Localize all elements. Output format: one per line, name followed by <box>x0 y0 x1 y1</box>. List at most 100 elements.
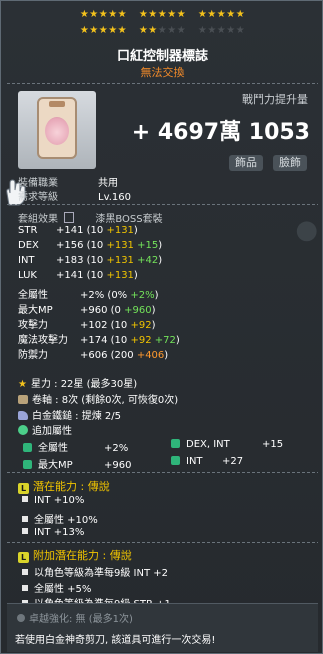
stat-base: +102 (10 <box>80 320 131 331</box>
stat-row: 防禦力 +606 (200 +406) <box>18 346 168 361</box>
level-label: 需求等級 <box>18 192 58 203</box>
item-tooltip: ★★★★★ ★★★★★ ★★★★★ ★★★★★ ★★★★★ ★★★★★ 口紅控制… <box>0 0 323 654</box>
stat-base: +183 (10 <box>56 255 107 266</box>
footer-panel: 卓越強化: 無 (最多1次) 若使用白金神奇剪刀, 該道具可進行一次交易! <box>7 603 318 652</box>
legendary-badge-icon: L <box>18 483 29 494</box>
face-icon <box>45 117 69 145</box>
stat-flame-bonus: +2% <box>130 290 155 301</box>
additional-potential-line: 全屬性 +5% <box>18 580 91 595</box>
star-group-empty: ★★★ <box>157 25 187 36</box>
bullet-icon <box>22 569 28 575</box>
additional-options-icon <box>18 425 28 435</box>
star-force-row-2: ★★★★★ ★★★★★ ★★★★★ <box>1 25 323 36</box>
stat-scroll-bonus: +131 <box>106 255 134 266</box>
star-force-row-1: ★★★★★ ★★★★★ ★★★★★ <box>1 9 323 20</box>
stat-base: +960 (0 <box>80 305 125 316</box>
transcend-row: 卓越強化: 無 (最多1次) <box>17 610 133 625</box>
set-effect-value: 漆黑BOSS套裝 <box>95 214 163 225</box>
star-force-text: 星力 : 22星 (最多30星) <box>30 379 138 390</box>
stat-close: ) <box>133 270 138 281</box>
bullet-icon <box>22 585 28 591</box>
flame-option: DEX, INT +15 <box>171 439 283 450</box>
stat-close: ) <box>164 350 169 361</box>
stat-name: 防禦力 <box>18 350 48 361</box>
stat-base: +2% (0% <box>80 290 131 301</box>
stat-row: INT +183 (10 +131 +42) <box>18 255 162 266</box>
job-row: 裝備職業 共用 <box>18 174 118 189</box>
potential-line: INT +13% <box>18 527 84 538</box>
stat-close: ) <box>158 240 163 251</box>
additional-options-row: 追加屬性 <box>18 422 72 437</box>
emblem-tag-icon <box>37 97 77 159</box>
scroll-row: 卷軸 : 8次 (剩餘0次, 可恢復0次) <box>18 391 178 406</box>
item-name: 口紅控制器標誌 <box>116 49 208 64</box>
background-glyph: ● <box>295 215 318 245</box>
stat-name: INT <box>18 255 35 266</box>
trade-status: 無法交換 <box>140 66 185 79</box>
stat-base: +174 (10 <box>80 335 131 346</box>
bullet-icon <box>22 528 28 534</box>
potential-header: L 潛在能力 : 傳說 <box>18 478 110 494</box>
star-group: ★★★★★ <box>197 9 246 20</box>
divider <box>7 472 318 473</box>
stat-name: 魔法攻擊力 <box>18 335 68 346</box>
stat-close: ) <box>151 305 156 316</box>
stat-scroll-bonus: +131 <box>106 270 134 281</box>
star-force-row: ★ 星力 : 22星 (最多30星) <box>18 375 137 390</box>
stat-base: +156 (10 <box>56 240 107 251</box>
stat-row: 魔法攻擊力 +174 (10 +92 +72) <box>18 331 180 346</box>
combat-power-value: + 4697萬 1053 <box>131 120 310 145</box>
additional-options-label: 追加屬性 <box>32 426 72 437</box>
stat-close: ) <box>151 320 156 331</box>
level-row: 需求等級 Lv.160 <box>18 188 131 203</box>
stat-close: ) <box>175 335 180 346</box>
hammer-text: 白金鐵鎚 : 提煉 2/5 <box>32 411 121 422</box>
hammer-row: 白金鐵鎚 : 提煉 2/5 <box>18 407 121 422</box>
hammer-icon <box>18 411 28 420</box>
set-effect-row: 套組效果 漆黑BOSS套裝 <box>18 210 163 225</box>
potential-line: 全屬性 +10% <box>18 511 98 526</box>
stat-row: LUK +141 (10 +131) <box>18 270 138 281</box>
scroll-text: 卷軸 : 8次 (剩餘0次, 可恢復0次) <box>32 395 179 406</box>
stat-row: 全屬性 +2% (0% +2%) <box>18 286 159 301</box>
stat-scroll-bonus: +92 <box>130 335 152 346</box>
stat-row: STR +141 (10 +131) <box>18 225 138 236</box>
star-group: ★★★★★ <box>138 9 187 20</box>
stat-row: DEX +156 (10 +131 +15) <box>18 240 162 251</box>
star-group: ★★★★★ <box>79 25 128 36</box>
divider <box>7 542 318 543</box>
stat-scroll-bonus: +92 <box>130 320 152 331</box>
category-tag-accessory: 飾品 <box>229 155 263 171</box>
category-tag-face: 臉飾 <box>273 155 307 171</box>
transcend-icon <box>17 614 25 622</box>
additional-potential-line: 以角色等級為準每9級 INT +2 <box>18 564 168 579</box>
divider <box>7 204 318 205</box>
flame-icon <box>171 439 180 448</box>
stat-scroll-bonus: +131 <box>106 240 134 251</box>
combat-power-label: 戰鬥力提升量 <box>242 93 308 106</box>
star-group-empty: ★★★★★ <box>197 25 246 36</box>
set-info-icon <box>64 212 75 223</box>
flame-icon <box>23 460 32 469</box>
star-group: ★★ <box>138 25 158 36</box>
scroll-icon <box>18 395 28 404</box>
job-label: 裝備職業 <box>18 178 58 189</box>
flame-icon <box>171 456 180 465</box>
flame-option: INT +27 <box>171 456 243 467</box>
stat-row: 最大MP +960 (0 +960) <box>18 301 155 316</box>
footer-note: 若使用白金神奇剪刀, 該道具可進行一次交易! <box>15 635 216 646</box>
stat-name: LUK <box>18 270 37 281</box>
additional-potential-header: L 附加潛在能力 : 傳說 <box>18 547 132 563</box>
divider <box>7 83 318 84</box>
stat-flame-bonus: +15 <box>133 240 159 251</box>
stat-name: 攻擊力 <box>18 320 48 331</box>
stat-row: 攻擊力 +102 (10 +92) <box>18 316 155 331</box>
flame-option: 最大MP +960 <box>23 456 131 471</box>
stat-scroll-bonus: +406 <box>136 350 165 361</box>
item-icon-frame <box>18 91 96 169</box>
level-value: Lv.160 <box>98 192 131 203</box>
stat-close: ) <box>158 255 163 266</box>
stat-flame-bonus: +42 <box>133 255 159 266</box>
legendary-badge-icon: L <box>18 552 29 563</box>
set-effect-label: 套組效果 <box>18 214 58 225</box>
